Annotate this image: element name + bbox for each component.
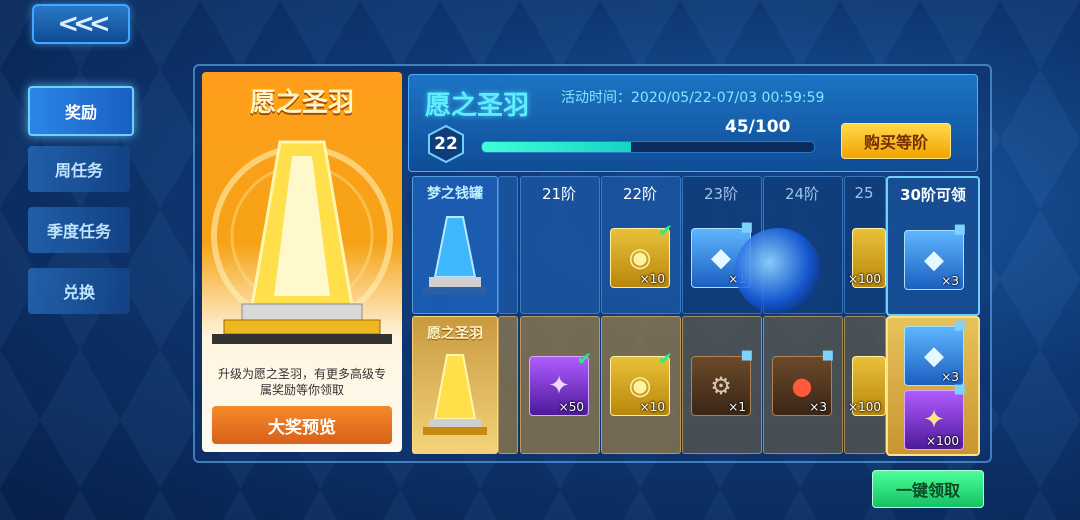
progress-text: 45/100 [725, 117, 791, 137]
premium-track-label: 愿之圣羽 [412, 316, 498, 454]
promo-title: 愿之圣羽 [249, 88, 354, 118]
lock-icon: ■ [953, 382, 966, 397]
partial-column-top [498, 176, 518, 314]
blue-orb-icon [735, 228, 821, 314]
reward-top-25[interactable]: ×100 [848, 228, 886, 288]
claimed-check-icon: ✔ [576, 349, 592, 370]
claimed-check-icon: ✔ [657, 221, 673, 242]
reward-qty: ×1 [728, 400, 746, 414]
promo-description: 升级为愿之圣羽，有更多高级专属奖励等你领取 [217, 367, 386, 397]
blue-crystal-icon: ◆ [924, 341, 944, 371]
lock-icon: ■ [740, 220, 753, 235]
grand-prize-preview-button[interactable]: 大奖预览 [212, 406, 392, 444]
reward-bottom-23[interactable]: ⚙ ■ ×1 [691, 348, 753, 416]
reward-bottom-21[interactable]: ✦ ✔ ×50 [529, 349, 592, 416]
season-title: 愿之圣羽 [425, 91, 530, 121]
free-track-title: 梦之钱罐 [427, 186, 483, 202]
robot-icon: ⚙ [710, 372, 732, 400]
reward-qty: ×10 [639, 272, 665, 286]
purple-feather-icon: ✦ [548, 371, 570, 401]
claim-all-button[interactable]: 一键领取 [872, 470, 984, 508]
tier-label-24: 24阶 [784, 184, 820, 203]
reward-qty: ×3 [941, 274, 959, 288]
gold-coin-icon: ◉ [628, 371, 652, 401]
blue-crystal-icon: ◆ [924, 245, 944, 275]
reward-qty: ×100 [848, 272, 881, 286]
reward-bottom-22[interactable]: ◉ ✔ ×10 [610, 349, 673, 416]
gold-coin-icon: ◉ [628, 243, 652, 273]
final-tier-bottom[interactable]: ◆ ■ ×3 ✦ ■ ×100 [886, 316, 980, 456]
lock-icon: ■ [740, 348, 753, 363]
reward-qty: ×100 [926, 434, 959, 448]
progress-fill [482, 142, 632, 152]
reward-qty: ×10 [639, 400, 665, 414]
reward-qty: ×3 [809, 400, 827, 414]
lock-icon: ■ [821, 348, 834, 363]
promo-card: 愿之圣羽 升级为愿之圣羽，有更多高级专属奖励等你领取 大奖预览 [202, 72, 402, 452]
level-badge: 22 [427, 125, 465, 163]
back-button[interactable]: <<< [32, 4, 130, 44]
final-tier-label: 30阶可领 [900, 186, 966, 204]
tier-label-23: 23阶 [703, 184, 739, 203]
reward-qty: ×100 [848, 400, 881, 414]
level-value: 22 [434, 134, 458, 154]
tab-rewards[interactable]: 奖励 [28, 86, 134, 136]
crystal-jar-icon [423, 216, 487, 295]
free-track-label: 梦之钱罐 [412, 176, 498, 314]
tab-season-tasks[interactable]: 季度任务 [28, 207, 130, 253]
tab-weekly-tasks[interactable]: 周任务 [28, 146, 130, 192]
activity-time: 活动时间：2020/05/22-07/03 00:59:59 [561, 90, 825, 106]
final-reward-top[interactable]: ◆ ■ ×3 [904, 222, 966, 290]
progress-bar [481, 141, 815, 153]
claimed-check-icon: ✔ [657, 349, 673, 370]
final-tier-top[interactable]: 30阶可领 ◆ ■ ×3 [886, 176, 980, 316]
reward-qty: ×50 [558, 400, 584, 414]
final-reward-bottom-2[interactable]: ✦ ■ ×100 [904, 382, 966, 450]
tab-exchange[interactable]: 兑换 [28, 268, 130, 314]
golden-feather-icon [423, 354, 487, 435]
buy-levels-button[interactable]: 购买等阶 [841, 123, 951, 159]
reward-bottom-24[interactable]: ● ■ ×3 [772, 348, 834, 416]
final-reward-bottom-1[interactable]: ◆ ■ ×3 [904, 318, 966, 386]
partial-column-bottom [498, 316, 518, 454]
lock-icon: ■ [953, 318, 966, 333]
tier-label-22: 22阶 [622, 184, 658, 203]
tier-label-21: 21阶 [541, 184, 577, 203]
premium-track-title: 愿之圣羽 [427, 326, 483, 342]
blue-crystal-icon: ◆ [711, 243, 731, 273]
reward-bottom-25[interactable]: ×100 [848, 356, 886, 416]
trophy-icon [211, 140, 393, 344]
season-header: 愿之圣羽 活动时间：2020/05/22-07/03 00:59:59 22 4… [408, 74, 978, 172]
reward-top-22[interactable]: ◉ ✔ ×10 [610, 221, 673, 288]
golden-feather-icon: ✦ [923, 405, 945, 435]
lock-icon: ■ [953, 222, 966, 237]
tier-label-25: 25 [854, 184, 874, 202]
red-pouch-icon: ● [791, 372, 813, 400]
